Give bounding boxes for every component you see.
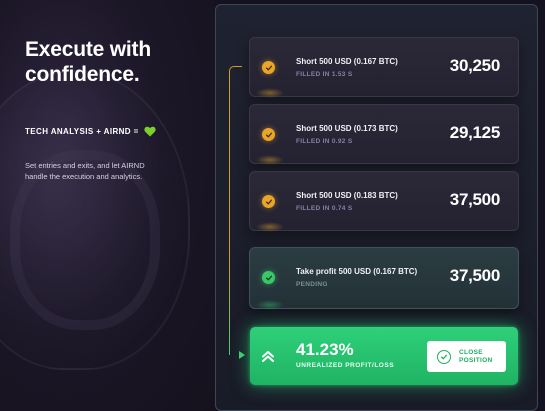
headline: Execute with confidence. [25,38,151,86]
chevron-up-icon [260,346,276,366]
order-status: FILLED IN 0.92 S [296,138,353,145]
checkmark-icon [262,128,275,141]
marketing-panel: Execute with confidence. TECH ANALYSIS +… [0,0,215,411]
checkmark-icon [262,61,275,74]
order-status: FILLED IN 1.53 S [296,71,353,78]
formula-text: TECH ANALYSIS + AIRND = [25,127,139,136]
order-price: 37,500 [449,190,501,209]
order-card[interactable]: Short 500 USD (0.167 BTC) FILLED IN 1.53… [249,37,519,98]
connector-arrow-icon [239,351,245,359]
close-label-line2: POSITION [459,356,493,364]
order-card[interactable]: Short 500 USD (0.173 BTC) FILLED IN 0.92… [249,104,519,165]
pnl-label: UNREALIZED PROFIT/LOSS [296,362,395,369]
order-status: PENDING [296,281,328,288]
order-title: Short 500 USD (0.183 BTC) [296,191,398,200]
order-card[interactable]: Short 500 USD (0.183 BTC) FILLED IN 0.74… [249,171,519,232]
order-flow-connector [229,66,242,355]
check-circle-icon [437,349,451,364]
description: Set entries and exits, and let AIRND han… [25,161,145,181]
green-heart-icon [144,126,156,137]
order-title: Short 500 USD (0.173 BTC) [296,124,398,133]
pnl-panel: 41.23% UNREALIZED PROFIT/LOSS CLOSE POSI… [250,327,518,385]
checkmark-icon [262,271,275,284]
close-label-line1: CLOSE [459,348,483,356]
formula-line: TECH ANALYSIS + AIRND = [25,126,156,137]
checkmark-icon [262,195,275,208]
order-price: 29,125 [449,123,501,142]
order-title: Short 500 USD (0.167 BTC) [296,57,398,66]
close-position-button[interactable]: CLOSE POSITION [427,341,506,372]
take-profit-card[interactable]: Take profit 500 USD (0.167 BTC) PENDING … [249,247,519,310]
order-flow-connector-green [229,264,230,355]
order-title: Take profit 500 USD (0.167 BTC) [296,267,418,276]
pnl-percent: 41.23% [296,340,354,359]
close-position-label: CLOSE POSITION [459,349,499,365]
order-status: FILLED IN 0.74 S [296,205,353,212]
order-price: 30,250 [449,56,501,75]
order-price: 37,500 [449,266,501,285]
